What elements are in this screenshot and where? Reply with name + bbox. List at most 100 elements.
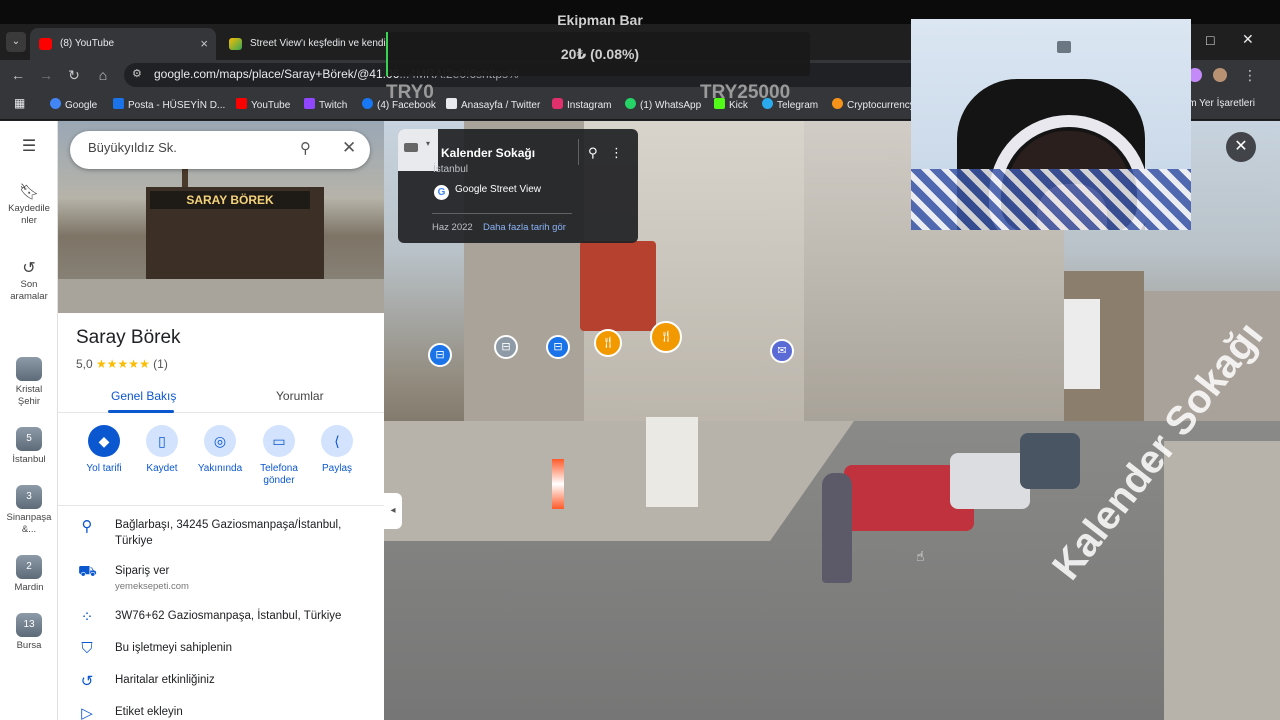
search-input[interactable] (88, 140, 288, 155)
activity-text: Haritalar etkinliğiniz (115, 674, 215, 686)
rail-item-mardin[interactable]: 2 Mardin (0, 555, 58, 594)
more-dates-link[interactable]: Daha fazla tarih gör (483, 222, 566, 233)
bookmark-google[interactable]: Google (50, 98, 97, 111)
minimap-shape (404, 143, 418, 152)
collapse-panel-button[interactable]: ◂ (384, 493, 402, 529)
rating-value: 5,0 (76, 357, 93, 371)
restaurant-pin-icon[interactable]: 🍴︎ (650, 321, 682, 353)
rail-label: Bursa (16, 640, 42, 651)
restaurant-pin-icon[interactable]: 🍴︎ (594, 329, 622, 357)
bookmark-twitch[interactable]: Twitch (304, 98, 347, 111)
chevron-down-icon: ▾ (426, 139, 431, 148)
profile-avatar[interactable] (1213, 68, 1227, 82)
overlay-progress-value: 20₺ (0.08%) (560, 46, 640, 62)
label-text: Etiket ekleyin (115, 706, 183, 718)
street-view-brand: G Google Street View (434, 184, 541, 200)
tab-overview[interactable]: Genel Bakış (111, 389, 176, 403)
rail-item-istanbul[interactable]: 5 İstanbul (0, 427, 58, 466)
close-window-icon[interactable]: ✕ (1242, 31, 1254, 48)
bookmark-label: (1) WhatsApp (640, 100, 702, 111)
directions-icon: ◆ (88, 425, 120, 457)
close-tab-icon[interactable]: × (200, 28, 208, 60)
email-pin-icon[interactable]: ✉ (770, 339, 794, 363)
camera-device (1057, 41, 1071, 53)
crypto-icon (832, 98, 843, 109)
label-icon: ▷ (81, 705, 93, 720)
rail-label: Kristal Şehir (15, 384, 43, 407)
more-options-icon[interactable]: ⋮ (610, 145, 623, 161)
whatsapp-icon (625, 98, 636, 109)
maximize-icon[interactable]: □ (1206, 32, 1214, 48)
bookmark-youtube[interactable]: YouTube (236, 98, 290, 111)
overlay-progress-box: 20₺ (0.08%) (386, 32, 810, 76)
home-icon[interactable]: ⌂ (93, 65, 113, 85)
place-thumbnail: 2 (16, 555, 42, 579)
saved-button[interactable]: 🔖︎ Kaydedilenler (0, 185, 58, 227)
back-icon[interactable]: ← (8, 65, 28, 85)
bookmark-instagram[interactable]: Instagram (552, 98, 611, 111)
send-to-phone-button[interactable]: ▭ Telefona gönder (247, 425, 311, 487)
tab-street-view[interactable]: Street View'ı keşfedin ve kendi (220, 28, 386, 60)
shopping-pin-icon[interactable]: ⊟ (546, 335, 570, 359)
close-street-view-icon[interactable]: ✕ (1226, 132, 1256, 162)
overlay-title: Ekipman Bar (557, 12, 643, 28)
google-icon: G (434, 185, 449, 200)
plus-code-text: 3W76+62 Gaziosmanpaşa, İstanbul, Türkiye (115, 610, 342, 622)
tab-youtube[interactable]: (8) YouTube × (30, 28, 216, 60)
forward-icon[interactable]: → (36, 65, 56, 85)
activity-row[interactable]: ↺ Haritalar etkinliğiniz (58, 672, 384, 692)
location-pin-icon[interactable]: ⚲ (588, 145, 598, 161)
place-title: Saray Börek (76, 327, 181, 348)
screen: { "overlay": { "title": "Ekipman Bar", "… (0, 0, 1280, 720)
mouse-cursor-icon: ☝ (916, 548, 925, 564)
save-button[interactable]: ▯ Kaydet (130, 425, 194, 475)
overlay-min-label: TRY0 (386, 82, 434, 103)
x-icon (446, 98, 457, 109)
action-label: Kaydet (146, 463, 178, 474)
tab-search-button[interactable]: ⌄ (6, 32, 26, 52)
order-label: Sipariş ver (115, 565, 170, 577)
close-icon[interactable]: ✕ (342, 138, 356, 158)
share-button[interactable]: ⟨ Paylaş (305, 425, 369, 475)
place-thumbnail: 13 (16, 613, 42, 637)
rating-row[interactable]: 5,0 ★★★★★ (1) (76, 357, 168, 371)
label-row[interactable]: ▷ Etiket ekleyin (58, 704, 384, 720)
bookmark-whatsapp[interactable]: (1) WhatsApp (625, 98, 701, 111)
directions-button[interactable]: ◆ Yol tarifi (72, 425, 136, 475)
recents-button[interactable]: ↺ Son aramalar (0, 261, 58, 303)
menu-icon[interactable]: ⋮ (1240, 65, 1260, 85)
address-row[interactable]: ⚲ Bağlarbaşı, 34245 Gaziosmanpaşa/İstanb… (58, 517, 384, 551)
store-pin-icon[interactable]: ⊟ (494, 335, 518, 359)
tab-reviews[interactable]: Yorumlar (276, 389, 324, 403)
rail-item-bursa[interactable]: 13 Bursa (0, 613, 58, 652)
minimap-thumbnail[interactable]: ▾ (398, 129, 438, 171)
review-count[interactable]: (1) (153, 357, 168, 371)
menu-button[interactable]: ☰ (0, 138, 58, 157)
other-bookmarks[interactable]: im Yer İşaretleri (1186, 98, 1255, 109)
bookmark-crypto[interactable]: Cryptocurrency (832, 98, 915, 111)
tab-label: Street View'ı keşfedin ve kendi (250, 38, 386, 49)
bookmark-posta[interactable]: Posta - HÜSEYİN D... (113, 98, 225, 111)
apps-icon[interactable]: ▦ (14, 96, 25, 110)
action-label: Yol tarifi (86, 463, 122, 474)
reload-icon[interactable]: ↻ (64, 65, 84, 85)
divider (432, 213, 572, 214)
place-thumbnail (16, 357, 42, 381)
site-info-icon[interactable]: ⚙ (132, 67, 142, 80)
plus-code-row[interactable]: ⁘ 3W76+62 Gaziosmanpaşa, İstanbul, Türki… (58, 608, 384, 628)
street-view-city: İstanbul (433, 164, 469, 175)
shopping-pin-icon[interactable]: ⊟ (428, 343, 452, 367)
rail-item-sinanpasa[interactable]: 3 Sinanpaşa &... (0, 485, 58, 536)
order-site: yemeksepeti.com (115, 581, 189, 592)
divider (58, 505, 384, 506)
hamburger-icon: ☰ (21, 138, 37, 155)
order-row[interactable]: ⛟ Sipariş ver yemeksepeti.com (58, 563, 384, 597)
count-badge: 2 (26, 561, 32, 572)
blanket (911, 169, 1191, 230)
nearby-button[interactable]: ◎ Yakınında (188, 425, 252, 475)
bookmark-twitter[interactable]: Anasayfa / Twitter (446, 98, 540, 111)
search-icon[interactable]: ⚲ (300, 139, 311, 157)
claim-row[interactable]: ⛉ Bu işletmeyi sahiplenin (58, 640, 384, 660)
rail-item-kristal[interactable]: Kristal Şehir (0, 357, 58, 408)
place-thumbnail: 3 (16, 485, 42, 509)
